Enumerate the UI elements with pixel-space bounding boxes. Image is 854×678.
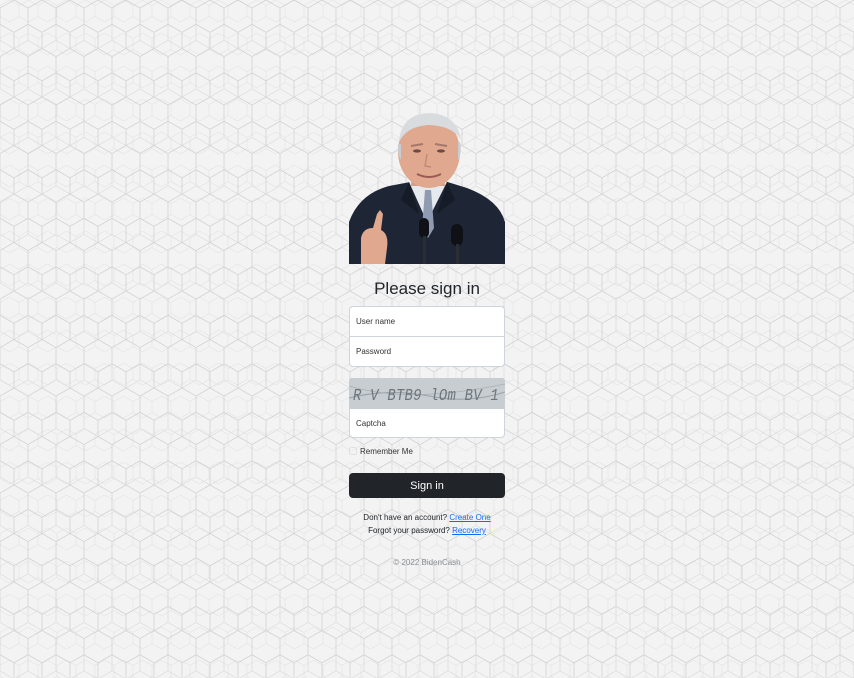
account-links: Don't have an account? Create One Forgot…	[349, 511, 505, 537]
sign-in-button[interactable]: Sign in	[349, 473, 505, 498]
copyright-footer: © 2022 BidenCash	[393, 558, 461, 567]
captcha-text: R V BTB9 lOm BV 1	[353, 387, 499, 406]
page-title: Please sign in	[374, 279, 480, 298]
captcha-input[interactable]	[349, 408, 505, 438]
username-input[interactable]	[349, 306, 505, 337]
captcha-image: R V BTB9 lOm BV 1	[349, 378, 505, 409]
hero-portrait-image	[349, 113, 505, 264]
password-input[interactable]	[349, 336, 505, 367]
create-account-link[interactable]: Create One	[449, 513, 490, 522]
remember-me-label: Remember Me	[360, 446, 413, 456]
recovery-prompt: Forgot your password?	[368, 526, 450, 535]
signup-prompt: Don't have an account?	[363, 513, 448, 522]
signup-line: Don't have an account? Create One	[349, 511, 505, 524]
remember-me[interactable]: Remember Me	[349, 444, 505, 458]
recovery-link[interactable]: Recovery	[452, 526, 486, 535]
recovery-line: Forgot your password? Recovery	[349, 524, 505, 537]
login-form: Please sign in R V BTB9 lOm BV 1 Remembe…	[349, 110, 505, 567]
remember-me-checkbox[interactable]	[349, 447, 357, 455]
